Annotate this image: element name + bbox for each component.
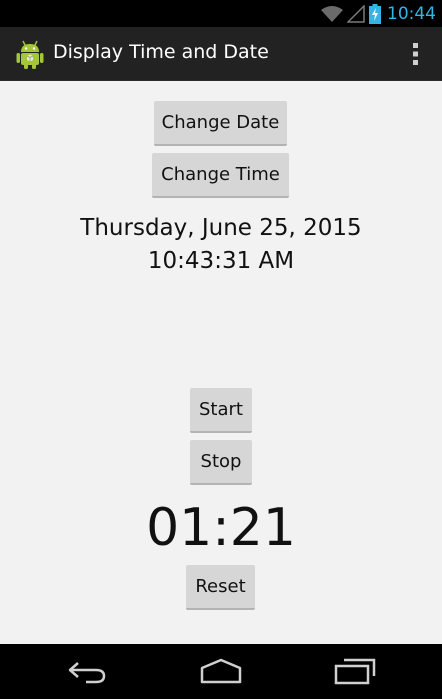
date-text: Thursday, June 25, 2015 (80, 215, 362, 241)
status-bar: 10:44 (0, 0, 442, 27)
action-bar: Display Time and Date (0, 27, 442, 81)
start-button[interactable]: Start (190, 388, 252, 433)
recent-apps-icon[interactable] (330, 656, 380, 686)
app-title: Display Time and Date (53, 41, 269, 63)
navigation-bar (0, 644, 442, 699)
status-icons: 10:44 (321, 2, 436, 26)
wifi-icon (321, 6, 343, 22)
status-time: 10:44 (387, 4, 436, 24)
change-time-button[interactable]: Change Time (152, 153, 289, 198)
main-content: Change Date Change Time Thursday, June 2… (0, 81, 442, 644)
reset-button[interactable]: Reset (186, 565, 255, 610)
stopwatch-display: 01:21 (146, 498, 296, 558)
battery-charging-icon (369, 4, 381, 24)
overflow-menu-icon[interactable] (410, 42, 420, 66)
android-robot-icon[interactable] (14, 38, 46, 70)
time-text: 10:43:31 AM (147, 248, 295, 274)
home-icon[interactable] (196, 656, 246, 686)
back-icon[interactable] (62, 656, 112, 686)
stop-button[interactable]: Stop (190, 440, 252, 485)
change-date-button[interactable]: Change Date (154, 101, 287, 146)
signal-icon (347, 5, 365, 23)
